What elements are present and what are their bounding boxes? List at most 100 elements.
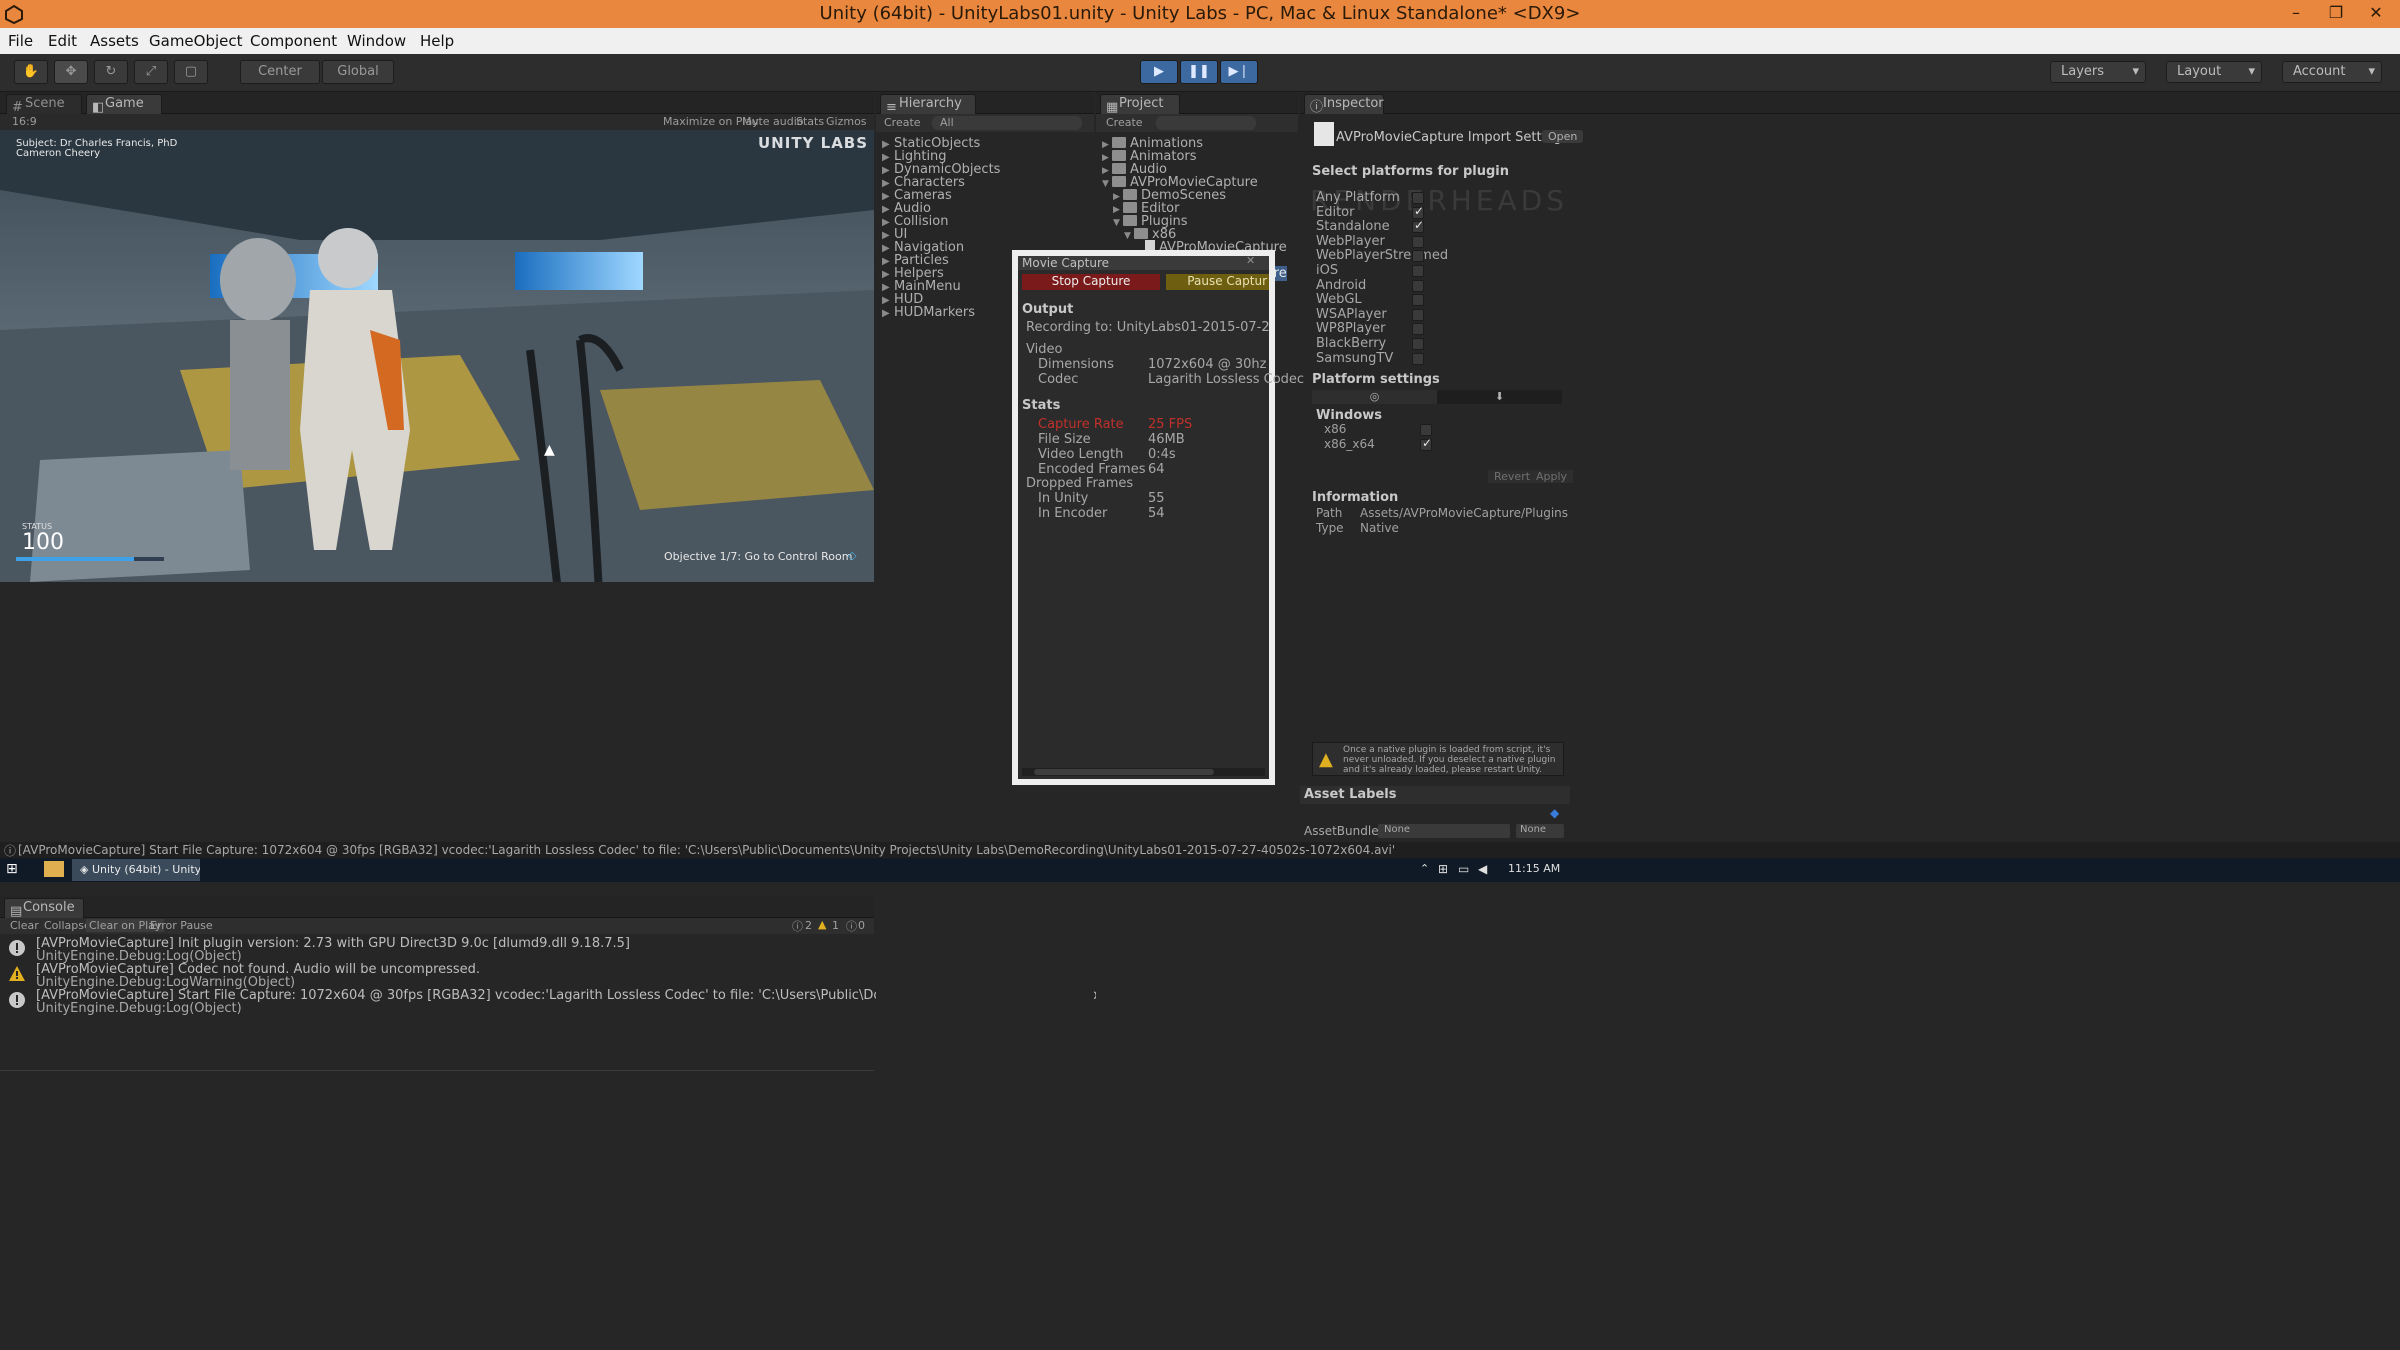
platform-checkbox[interactable] xyxy=(1412,218,1424,234)
gizmos-dropdown[interactable]: Gizmos xyxy=(826,115,867,128)
pivot-center-toggle[interactable]: Center xyxy=(240,60,320,84)
volume-icon[interactable]: ◀ xyxy=(1478,862,1487,876)
minimize-button[interactable]: – xyxy=(2276,0,2316,28)
encoded-frames-label: Encoded Frames xyxy=(1038,462,1146,477)
step-button[interactable]: ▶❘ xyxy=(1220,60,1258,84)
stop-capture-button[interactable]: Stop Capture xyxy=(1022,274,1160,290)
chevron-down-icon: ▾ xyxy=(2368,64,2375,79)
maximize-button[interactable]: ❐ xyxy=(2316,0,2356,28)
menu-window[interactable]: Window xyxy=(347,32,406,50)
network-icon[interactable]: ▭ xyxy=(1458,862,1469,876)
windows-start-icon[interactable]: ⊞ xyxy=(6,861,18,877)
platform-checkbox[interactable] xyxy=(1412,192,1424,204)
console-entry[interactable]: [AVProMovieCapture] Start File Capture: … xyxy=(0,988,1204,1016)
open-button[interactable]: Open xyxy=(1542,130,1584,143)
platform-checkbox[interactable] xyxy=(1412,235,1424,248)
apply-button[interactable]: Apply xyxy=(1530,470,1574,483)
taskbar-unity-button[interactable]: ◈ Unity (64bit) - UnityL... xyxy=(72,859,200,881)
in-encoder-value: 54 xyxy=(1148,506,1165,521)
error-count[interactable]: 0 xyxy=(858,919,865,932)
expand-arrow-icon[interactable]: ▶ xyxy=(882,308,894,319)
pause-capture-button[interactable]: Pause Captur xyxy=(1166,274,1269,290)
menu-help[interactable]: Help xyxy=(420,32,454,50)
menu-component[interactable]: Component xyxy=(250,32,337,50)
pause-button[interactable]: ❚❚ xyxy=(1180,60,1218,84)
tray-chevron-icon[interactable]: ⌃ xyxy=(1420,862,1429,875)
console-entry[interactable]: [AVProMovieCapture] Init plugin version:… xyxy=(0,936,874,964)
asset-bundle-dropdown[interactable]: None xyxy=(1378,824,1510,838)
menu-file[interactable]: File xyxy=(8,32,33,50)
scale-tool-button[interactable]: ⤢ xyxy=(134,60,168,84)
platform-label: BlackBerry xyxy=(1316,336,1387,351)
close-button[interactable]: ✕ xyxy=(2356,0,2396,28)
standalone-tab[interactable]: ◎ xyxy=(1312,390,1437,404)
warning-icon: ▲ xyxy=(1319,749,1333,770)
platform-checkbox[interactable] xyxy=(1412,338,1424,350)
layers-dropdown[interactable]: Layers ▾ xyxy=(2050,61,2146,83)
console-collapse-button[interactable]: Collapse xyxy=(44,919,91,932)
menu-assets[interactable]: Assets xyxy=(90,32,139,50)
asset-bundle-variant-dropdown[interactable]: None xyxy=(1516,824,1564,838)
console-clear-button[interactable]: Clear xyxy=(10,919,39,932)
native-plugin-warning-text: Once a native plugin is loaded from scri… xyxy=(1343,745,1556,775)
hierarchy-item[interactable]: ▶ HUDMarkers xyxy=(882,305,975,320)
platform-checkbox[interactable] xyxy=(1412,204,1424,219)
tab-hierarchy[interactable]: ≡ Hierarchy xyxy=(880,94,976,115)
tab-project[interactable]: ▦ Project xyxy=(1100,94,1180,115)
platform-checkbox[interactable] xyxy=(1412,279,1424,292)
stats-toggle[interactable]: Stats xyxy=(796,115,824,128)
console-error-pause-button[interactable]: Error Pause xyxy=(150,919,213,932)
file-explorer-icon[interactable] xyxy=(44,861,64,877)
platform-checkbox[interactable] xyxy=(1412,323,1424,336)
movie-capture-content: Movie Capture ✕ Stop Capture Pause Captu… xyxy=(1018,254,1304,779)
expand-arrow-icon[interactable]: ▼ xyxy=(1102,179,1112,189)
mute-audio-toggle[interactable]: Mute audio xyxy=(742,115,804,128)
hierarchy-search-input[interactable]: All xyxy=(932,116,1082,130)
console-entry[interactable]: [AVProMovieCapture] Codec not found. Aud… xyxy=(0,962,874,990)
platform-label: WebPlayer xyxy=(1316,233,1385,249)
game-viewport[interactable]: Subject: Dr Charles Francis, PhD Cameron… xyxy=(0,130,874,582)
play-button[interactable]: ▶ xyxy=(1140,60,1178,84)
tab-inspector[interactable]: ⓘ Inspector xyxy=(1304,94,1384,115)
tray-windows-icon[interactable]: ⊞ xyxy=(1438,862,1448,876)
info-count[interactable]: 2 xyxy=(805,919,812,932)
menu-gameobject[interactable]: GameObject xyxy=(149,32,243,50)
warning-count[interactable]: 1 xyxy=(832,919,839,932)
platform-checkbox[interactable] xyxy=(1412,352,1424,365)
rotate-tool-button[interactable]: ↻ xyxy=(94,60,128,84)
tag-icon[interactable]: ◆ xyxy=(1550,806,1559,820)
scrollbar-thumb[interactable] xyxy=(1034,769,1214,775)
aspect-dropdown[interactable]: 16:9 xyxy=(12,115,37,128)
arch-x86-checkbox[interactable] xyxy=(1420,424,1432,436)
hierarchy-create-dropdown[interactable]: Create xyxy=(884,116,921,129)
tab-scene[interactable]: # Scene xyxy=(6,94,82,115)
platform-checkbox[interactable] xyxy=(1412,250,1424,263)
pivot-global-toggle[interactable]: Global xyxy=(322,60,394,84)
project-search-input[interactable] xyxy=(1156,116,1256,130)
close-icon[interactable]: ✕ xyxy=(1246,254,1255,267)
platform-checkbox[interactable] xyxy=(1412,294,1424,307)
stats-header: Stats xyxy=(1022,398,1061,413)
platform-checkbox[interactable] xyxy=(1412,308,1424,321)
status-message[interactable]: [AVProMovieCapture] Start File Capture: … xyxy=(18,843,1395,857)
arch-x86-x64-checkbox[interactable] xyxy=(1420,436,1432,451)
window-titlebar: Unity (64bit) - UnityLabs01.unity - Unit… xyxy=(0,0,2400,28)
tab-game[interactable]: ◧ Game xyxy=(86,94,162,115)
editor-tab[interactable]: ⬇ xyxy=(1437,390,1562,404)
account-dropdown[interactable]: Account ▾ xyxy=(2282,61,2382,83)
menu-edit[interactable]: Edit xyxy=(48,32,77,50)
rect-tool-button[interactable]: ▢ xyxy=(174,60,208,84)
revert-button[interactable]: Revert xyxy=(1488,470,1537,483)
horizontal-scrollbar[interactable] xyxy=(1022,768,1265,776)
clock[interactable]: 11:15 AM xyxy=(1508,862,1560,875)
platform-checkbox[interactable] xyxy=(1412,265,1424,277)
layout-dropdown[interactable]: Layout ▾ xyxy=(2166,61,2262,83)
tab-console[interactable]: ▤ Console xyxy=(4,898,84,919)
project-create-dropdown[interactable]: Create xyxy=(1106,116,1143,129)
step-icon: ▶❘ xyxy=(1228,64,1250,79)
expand-arrow-icon[interactable]: ▼ xyxy=(1113,218,1123,228)
hand-tool-button[interactable]: ✋ xyxy=(14,60,48,84)
move-tool-button[interactable]: ✥ xyxy=(54,60,88,84)
expand-arrow-icon[interactable]: ▼ xyxy=(1124,231,1134,241)
tab-hierarchy-label: Hierarchy xyxy=(899,96,962,111)
